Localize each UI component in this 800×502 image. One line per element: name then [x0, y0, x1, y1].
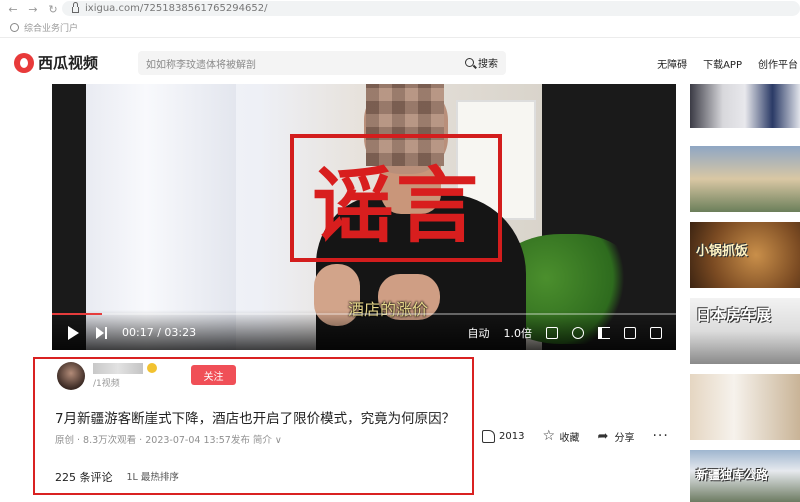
site-logo[interactable]: 西瓜视频 — [14, 52, 98, 73]
thumbnail-caption: 小锅抓饭 — [696, 244, 749, 259]
picture-in-picture-icon[interactable] — [546, 327, 558, 339]
video-player[interactable]: 谣言 酒店的涨价 00:17 / 03:23 自动 1.0倍 — [52, 84, 676, 350]
header-link-accessibility[interactable]: 无障碍 — [657, 56, 687, 71]
comment-count: 225 条评论 — [55, 471, 113, 484]
star-icon: ☆ — [542, 427, 556, 444]
related-video-thumbnail[interactable] — [690, 146, 800, 212]
back-icon[interactable]: ← — [6, 3, 20, 16]
verified-badge-icon — [147, 363, 157, 373]
search-box[interactable]: 如如称李玟遗体将被解剖 搜索 — [138, 51, 506, 75]
follow-button[interactable]: 关注 — [191, 365, 236, 385]
share-icon: ➦ — [597, 428, 609, 444]
bookmark-item[interactable]: 综合业务门户 — [24, 21, 78, 34]
next-icon[interactable] — [96, 327, 108, 339]
player-controls: 00:17 / 03:23 自动 1.0倍 — [52, 310, 676, 350]
related-video-thumbnail[interactable]: 日本房车展 — [690, 298, 800, 364]
reload-icon[interactable]: ↻ — [46, 3, 60, 16]
author-name-blurred[interactable] — [93, 363, 143, 374]
theater-mode-icon[interactable] — [624, 327, 636, 339]
like-button[interactable]: 2013 — [482, 429, 525, 443]
progress-fill — [52, 313, 102, 315]
video-actions: 2013 ☆ 收藏 ➦ 分享 ··· — [482, 428, 687, 444]
more-icon[interactable]: ··· — [652, 428, 668, 444]
auto-quality-button[interactable]: 自动 — [468, 325, 490, 341]
speed-button[interactable]: 1.0倍 — [504, 325, 533, 341]
search-icon — [465, 58, 474, 67]
progress-bar[interactable] — [52, 313, 676, 315]
share-label: 分享 — [614, 432, 635, 444]
video-meta[interactable]: 原创 · 8.3万次观看 · 2023-07-04 13:57发布 简介 ∨ — [55, 432, 282, 446]
browser-toolbar: ← → ↻ ixigua.com/7251838561765294652/ — [0, 0, 800, 18]
globe-icon — [10, 23, 19, 32]
address-bar[interactable]: ixigua.com/7251838561765294652/ — [62, 1, 800, 16]
header-link-creator-platform[interactable]: 创作平台 — [758, 56, 798, 71]
url-text: ixigua.com/7251838561765294652/ — [85, 3, 268, 14]
search-input[interactable]: 如如称李玟遗体将被解剖 — [146, 56, 256, 71]
search-button[interactable]: 搜索 — [465, 55, 498, 70]
xigua-logo-icon — [14, 52, 34, 73]
related-video-thumbnail[interactable]: 小锅抓饭 — [690, 222, 800, 288]
settings-icon[interactable] — [572, 327, 584, 339]
comments-header: 225 条评论 1L 最热排序 — [55, 469, 179, 485]
lock-icon — [72, 2, 79, 13]
comment-sort[interactable]: 1L 最热排序 — [127, 469, 179, 485]
related-video-thumbnail[interactable]: 新疆独库公路 — [690, 450, 800, 502]
related-video-thumbnail[interactable] — [690, 374, 800, 440]
video-info-panel: /1视频 关注 7月新疆游客断崖式下降，酒店也开启了限价模式，究竟为何原因？ 原… — [33, 357, 474, 495]
header-links: 无障碍 下载APP 创作平台 — [657, 56, 798, 71]
logo-text: 西瓜视频 — [38, 54, 99, 72]
volume-icon[interactable] — [598, 327, 610, 339]
search-button-label: 搜索 — [478, 59, 498, 70]
like-count: 2013 — [499, 430, 525, 442]
author-stats: /1视频 — [93, 379, 120, 389]
forward-icon[interactable]: → — [26, 3, 40, 16]
header-link-download-app[interactable]: 下载APP — [703, 56, 742, 71]
thumbs-up-icon — [482, 429, 495, 443]
thumbnail-caption: 新疆独库公路 — [696, 468, 769, 482]
related-video-thumbnail[interactable] — [690, 84, 800, 128]
fullscreen-icon[interactable] — [650, 327, 662, 339]
bookmarks-bar: 综合业务门户 — [0, 18, 800, 38]
share-button[interactable]: ➦ 分享 — [597, 429, 634, 444]
author-avatar[interactable] — [57, 362, 85, 390]
player-right-controls: 自动 1.0倍 — [468, 325, 662, 341]
rumor-stamp-text: 谣言 — [311, 158, 480, 254]
time-display: 00:17 / 03:23 — [122, 326, 197, 339]
video-title: 7月新疆游客断崖式下降，酒店也开启了限价模式，究竟为何原因？ — [55, 411, 456, 427]
rumor-stamp: 谣言 — [290, 134, 502, 262]
site-header: 西瓜视频 如如称李玟遗体将被解剖 搜索 无障碍 下载APP 创作平台 — [0, 39, 800, 85]
play-icon[interactable] — [68, 326, 79, 340]
favorite-button[interactable]: ☆ 收藏 — [542, 429, 579, 444]
favorite-label: 收藏 — [559, 432, 580, 444]
thumbnail-caption: 日本房车展 — [696, 306, 772, 324]
